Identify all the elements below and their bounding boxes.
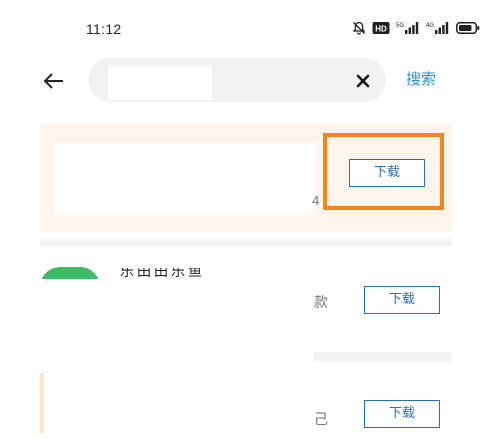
result-2-fragment: 款 [314, 294, 328, 310]
status-time: 11:12 [86, 21, 122, 37]
download-button-3[interactable]: 下载 [364, 400, 440, 428]
download-button-2[interactable]: 下载 [364, 286, 440, 314]
close-icon [356, 74, 370, 88]
signal-4g-label: 4G [426, 23, 434, 29]
mute-icon [352, 21, 366, 35]
divider [314, 352, 452, 362]
signal-5g-icon: 5G [396, 22, 419, 34]
back-button[interactable] [40, 68, 68, 94]
hd-badge-label: HD [375, 25, 387, 34]
result-2-title-text: 乐田田乐鱼 [120, 268, 205, 278]
search-button[interactable]: 搜索 [406, 70, 436, 90]
arrow-left-icon [43, 73, 63, 89]
search-input[interactable] [108, 66, 212, 100]
battery-icon [456, 22, 480, 34]
clear-search-button[interactable] [352, 70, 374, 92]
result-1-fragment: 4 [312, 193, 320, 208]
row-tint [40, 373, 44, 433]
download-button-1[interactable]: 下载 [349, 159, 425, 187]
status-icons: HD 5G 4G [352, 19, 480, 37]
hd-badge-icon: HD [372, 22, 390, 34]
result-2-title: 乐田田乐鱼 [120, 268, 212, 278]
redacted-app-info [54, 143, 316, 215]
result-3-fragment: 己 [314, 411, 328, 427]
signal-5g-label: 5G [396, 23, 404, 29]
redacted-app-info [40, 279, 314, 434]
signal-4g-icon: 4G [426, 22, 449, 34]
divider [40, 239, 452, 247]
